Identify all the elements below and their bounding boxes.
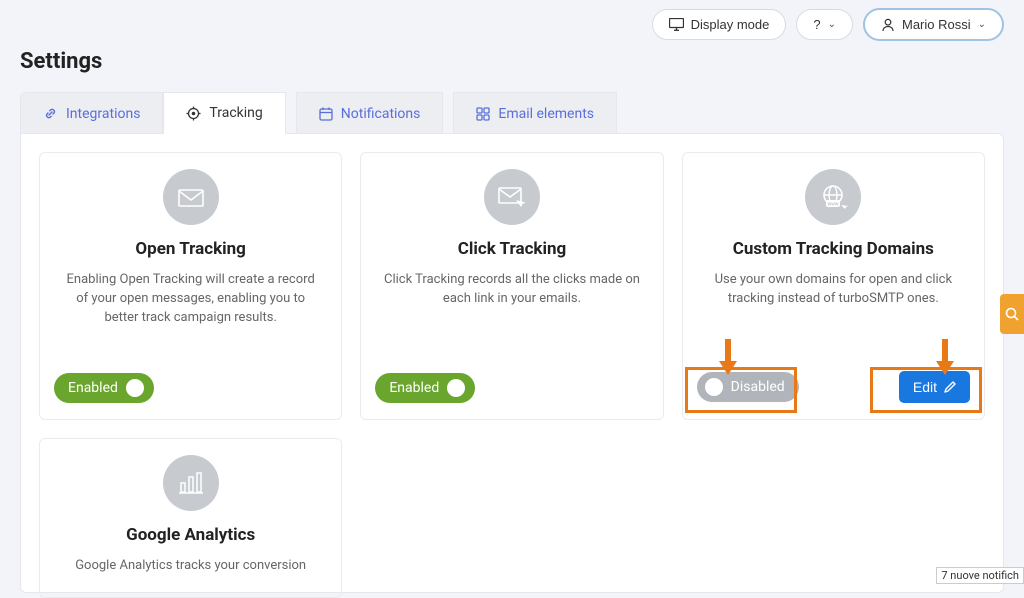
chevron-down-icon: ⌄ [978,19,986,30]
annotation-frame [685,367,797,413]
settings-tabs: Integrations Tracking Notifications Emai… [20,92,1004,134]
display-mode-button[interactable]: Display mode [652,9,787,40]
card-desc: Click Tracking records all the clicks ma… [375,271,648,373]
user-menu-button[interactable]: Mario Rossi ⌄ [863,8,1004,41]
target-icon [186,106,201,121]
card-title: Google Analytics [126,525,255,545]
toggle-knob-icon [126,379,144,397]
tab-tracking[interactable]: Tracking [163,92,285,134]
link-icon [43,106,58,121]
card-open-tracking: Open Tracking Enabling Open Tracking wil… [39,152,342,420]
tab-integrations[interactable]: Integrations [20,92,163,134]
annotation-frame [870,367,982,413]
feedback-side-tab[interactable] [1000,294,1024,334]
svg-text:www: www [828,202,839,208]
toggle-knob-icon [447,379,465,397]
user-name-label: Mario Rossi [902,17,971,32]
user-icon [881,18,895,32]
card-desc: Enabling Open Tracking will create a rec… [54,271,327,373]
card-google-analytics: Google Analytics Google Analytics tracks… [39,438,342,598]
display-mode-label: Display mode [691,17,770,32]
card-title: Click Tracking [458,239,567,259]
tab-label: Notifications [341,106,421,122]
chevron-down-icon: ⌄ [828,19,836,30]
monitor-icon [669,18,684,31]
help-button[interactable]: ? ⌄ [796,9,853,40]
help-label: ? [813,17,820,32]
grid-icon [476,107,490,121]
tab-label: Email elements [498,106,594,122]
search-icon [1005,307,1019,321]
card-desc: Google Analytics tracks your conversion [69,557,312,576]
settings-panel: Open Tracking Enabling Open Tracking wil… [20,133,1004,593]
mail-click-icon [484,169,540,225]
tab-notifications[interactable]: Notifications [296,92,444,134]
tab-email-elements[interactable]: Email elements [453,92,617,134]
mail-open-icon [163,169,219,225]
card-title: Custom Tracking Domains [733,239,934,259]
card-desc: Use your own domains for open and click … [697,271,970,371]
page-title: Settings [0,41,1024,92]
card-title: Open Tracking [135,239,245,259]
open-tracking-toggle[interactable]: Enabled [54,373,154,403]
notifications-tooltip: 7 nuove notifich [936,567,1024,584]
card-custom-domains: www Custom Tracking Domains Use your own… [682,152,985,420]
tab-label: Tracking [209,105,262,121]
card-click-tracking: Click Tracking Click Tracking records al… [360,152,663,420]
tab-label: Integrations [66,106,140,122]
toggle-label: Enabled [68,380,118,396]
analytics-icon [163,455,219,511]
click-tracking-toggle[interactable]: Enabled [375,373,475,403]
www-globe-icon: www [805,169,861,225]
calendar-icon [319,107,333,121]
toggle-label: Enabled [389,380,439,396]
